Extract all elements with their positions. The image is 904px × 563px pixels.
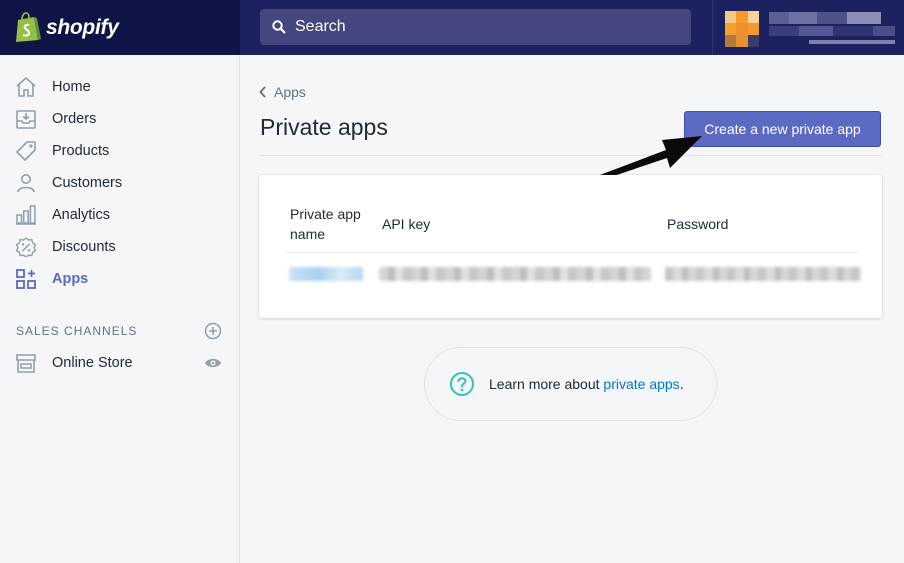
sidebar-item-label: Online Store — [52, 355, 133, 371]
account-divider — [712, 0, 713, 55]
sidebar: Home Orders Products Customers Analytics — [0, 55, 240, 563]
learn-more-text: Learn more about private apps. — [489, 376, 684, 392]
account-name-redacted[interactable] — [769, 10, 897, 48]
sidebar-item-label: Orders — [52, 111, 97, 127]
apps-icon — [16, 269, 36, 289]
sidebar-item-home[interactable]: Home — [0, 71, 239, 103]
sales-channels-heading: SALES CHANNELS — [16, 324, 138, 338]
sidebar-item-products[interactable]: Products — [0, 135, 239, 167]
search-icon — [272, 20, 286, 34]
create-private-app-button[interactable]: Create a new private app — [684, 111, 881, 147]
person-icon — [17, 174, 35, 193]
breadcrumb[interactable]: Apps — [258, 84, 306, 100]
store-icon — [16, 354, 36, 373]
sidebar-item-label: Apps — [52, 271, 89, 287]
column-header-app-name: Private app name — [290, 206, 361, 242]
shopify-bag-icon — [16, 12, 41, 42]
bar-chart-icon — [16, 205, 36, 225]
learn-more-prefix: Learn more about — [489, 376, 604, 392]
search-placeholder: Search — [295, 18, 346, 35]
brand-name: shopify — [46, 15, 119, 39]
sidebar-item-label: Analytics — [52, 207, 111, 223]
api-key-value-redacted[interactable] — [379, 267, 651, 281]
password-value-redacted[interactable] — [665, 267, 861, 281]
eye-icon[interactable] — [204, 357, 222, 369]
sidebar-item-orders[interactable]: Orders — [0, 103, 239, 135]
column-header-api-key: API key — [382, 216, 431, 232]
sidebar-item-discounts[interactable]: Discounts — [0, 231, 239, 263]
brand-logo[interactable]: shopify — [0, 0, 240, 55]
sidebar-item-analytics[interactable]: Analytics — [0, 199, 239, 231]
sidebar-item-label: Customers — [52, 175, 123, 191]
sidebar-item-label: Discounts — [52, 239, 116, 255]
help-circle-icon — [449, 371, 475, 397]
page-title: Private apps — [260, 114, 388, 140]
app-name-link-redacted[interactable] — [289, 267, 363, 281]
breadcrumb-label: Apps — [274, 84, 306, 100]
chevron-left-icon — [259, 86, 266, 98]
add-circle-icon[interactable] — [204, 322, 222, 340]
private-apps-table-card: Private app name API key Password — [259, 175, 882, 318]
table-header-divider — [284, 252, 860, 253]
tag-icon — [16, 141, 36, 161]
sidebar-item-customers[interactable]: Customers — [0, 167, 239, 199]
top-bar: shopify Search — [0, 0, 904, 55]
orders-icon — [16, 110, 36, 129]
private-apps-link[interactable]: private apps — [603, 376, 679, 392]
column-header-password: Password — [667, 216, 729, 232]
search-input[interactable]: Search — [260, 9, 691, 45]
sidebar-item-label: Home — [52, 79, 91, 95]
sidebar-item-label: Products — [52, 143, 110, 159]
sidebar-item-apps[interactable]: Apps — [0, 263, 239, 295]
learn-more-callout: Learn more about private apps. — [424, 347, 717, 421]
discount-icon — [15, 237, 37, 257]
store-avatar[interactable] — [725, 11, 759, 47]
learn-more-suffix: . — [679, 376, 684, 392]
home-icon — [16, 77, 36, 97]
